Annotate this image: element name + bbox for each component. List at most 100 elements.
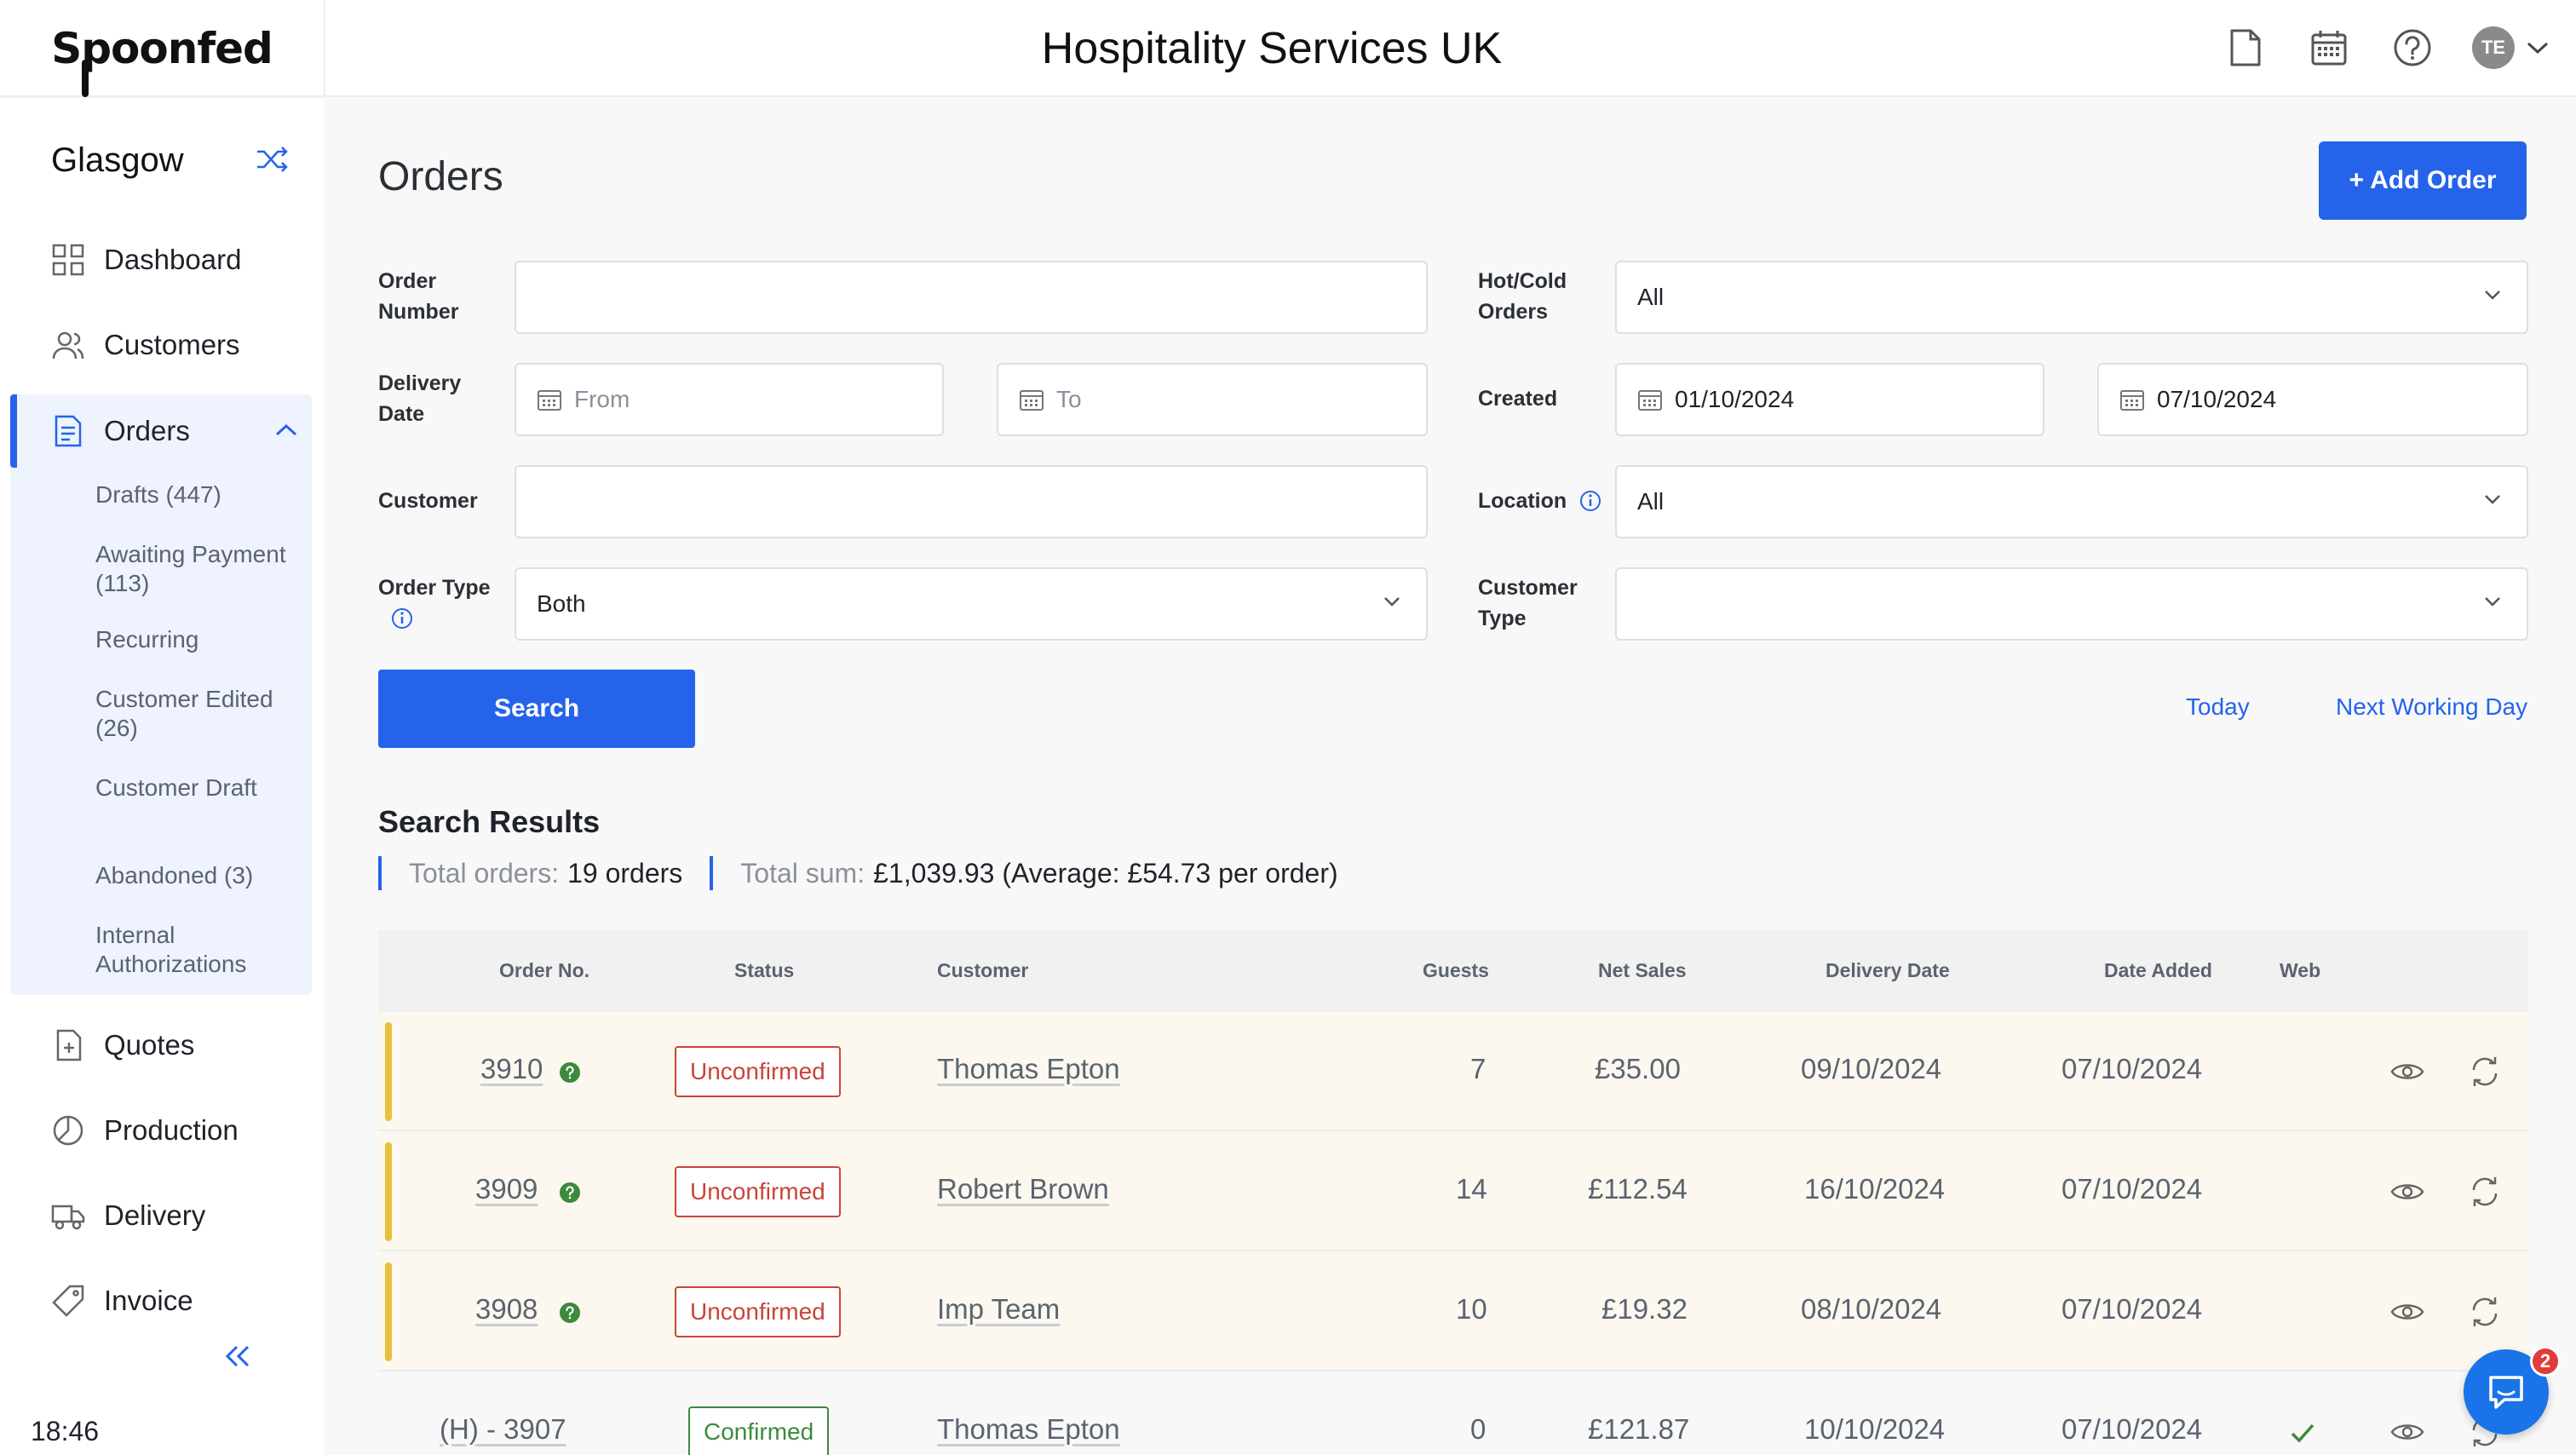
delivery-to-field[interactable]: To — [997, 363, 1428, 436]
eye-icon[interactable] — [2390, 1420, 2424, 1444]
total-orders-label: Total orders: — [409, 857, 560, 889]
table-header: Order No. Status Customer Guests Net Sal… — [378, 930, 2528, 1012]
order-number-link[interactable]: 3908 — [475, 1293, 538, 1325]
date-added-cell: 07/10/2024 — [2061, 1413, 2203, 1445]
delivery-from-field[interactable]: From — [515, 363, 944, 436]
delivery-date-cell: 16/10/2024 — [1804, 1173, 1946, 1205]
column-header-order-no[interactable]: Order No. — [499, 959, 589, 982]
guests-cell: 7 — [1470, 1053, 1486, 1084]
logo-area[interactable]: Spoonfed — [0, 0, 325, 97]
order-number-link[interactable]: 3909 — [475, 1173, 538, 1205]
help-circle-icon[interactable] — [559, 1182, 581, 1204]
sidebar-item-production[interactable]: Production — [0, 1094, 312, 1167]
refresh-icon[interactable] — [2469, 1176, 2501, 1207]
today-link[interactable]: Today — [2186, 693, 2250, 721]
created-from-field[interactable]: 01/10/2024 — [1615, 363, 2044, 436]
location-value: All — [1637, 488, 1665, 515]
eye-icon[interactable] — [2390, 1300, 2424, 1324]
user-menu[interactable]: TE — [2472, 26, 2550, 69]
refresh-icon[interactable] — [2469, 1056, 2501, 1087]
help-circle-icon[interactable] — [559, 1061, 581, 1084]
help-icon[interactable] — [2389, 24, 2436, 72]
refresh-icon[interactable] — [2469, 1297, 2501, 1327]
customer-input[interactable] — [515, 465, 1428, 538]
customer-link[interactable]: Robert Brown — [937, 1173, 1109, 1205]
avatar[interactable]: TE — [2472, 26, 2515, 69]
status-badge: Unconfirmed — [675, 1166, 841, 1217]
sidebar-subitem-abandoned[interactable]: Abandoned (3) — [95, 861, 300, 890]
table-row[interactable]: 3908 Unconfirmed Imp Team 10 £19.32 08/1… — [378, 1252, 2528, 1372]
pie-icon — [53, 1115, 83, 1146]
check-icon — [2291, 1423, 2314, 1443]
hot-cold-select[interactable]: All — [1615, 261, 2528, 334]
location-select[interactable]: All — [1615, 465, 2528, 538]
customer-link[interactable]: Thomas Epton — [937, 1413, 1120, 1445]
order-number-link[interactable]: (H) - 3907 — [440, 1413, 566, 1445]
results-title: Search Results — [378, 804, 601, 839]
created-to-field[interactable]: 07/10/2024 — [2097, 363, 2528, 436]
document-icon[interactable] — [2222, 24, 2269, 72]
sidebar-item-delivery[interactable]: Delivery — [0, 1179, 312, 1252]
location-filter-label: Location — [1478, 489, 1567, 513]
column-header-customer[interactable]: Customer — [937, 959, 1028, 982]
guests-cell: 10 — [1456, 1293, 1487, 1325]
net-sales-cell: £112.54 — [1588, 1173, 1688, 1205]
page-title: Orders — [378, 154, 503, 199]
sidebar-item-invoice[interactable]: Invoice — [0, 1264, 312, 1337]
column-header-guests[interactable]: Guests — [1423, 959, 1489, 982]
customer-type-select[interactable] — [1615, 567, 2528, 641]
calendar-icon[interactable] — [2305, 24, 2353, 72]
column-header-net-sales[interactable]: Net Sales — [1598, 959, 1687, 982]
order-number-input[interactable] — [515, 261, 1428, 334]
net-sales-cell: £35.00 — [1595, 1053, 1681, 1084]
delivery-date-cell: 08/10/2024 — [1801, 1293, 1942, 1325]
add-order-button[interactable]: + Add Order — [2319, 141, 2527, 220]
search-button[interactable]: Search — [378, 670, 695, 748]
chevron-up-icon[interactable] — [274, 422, 298, 439]
status-badge: Confirmed — [688, 1406, 830, 1455]
sidebar-item-label: Production — [104, 1114, 239, 1146]
sidebar-subitem-drafts[interactable]: Drafts (447) — [95, 480, 300, 509]
sidebar: Glasgow Dashboard Customers Orders Draft… — [0, 99, 324, 1455]
sidebar-item-customers[interactable]: Customers — [0, 308, 312, 382]
sidebar-item-dashboard[interactable]: Dashboard — [0, 223, 312, 296]
guests-cell: 14 — [1456, 1173, 1487, 1205]
sidebar-subitem-recurring[interactable]: Recurring — [95, 625, 300, 654]
calendar-icon — [537, 388, 562, 411]
order-number-link[interactable]: 3910 — [480, 1053, 543, 1084]
info-icon[interactable] — [1578, 489, 1602, 513]
customer-link[interactable]: Imp Team — [937, 1293, 1060, 1325]
sidebar-item-label: Dashboard — [104, 244, 242, 275]
chevron-down-icon — [2485, 495, 2500, 504]
table-row[interactable]: 3909 Unconfirmed Robert Brown 14 £112.54… — [378, 1132, 2528, 1251]
logo[interactable]: Spoonfed — [51, 24, 273, 97]
column-header-status[interactable]: Status — [734, 959, 794, 982]
collapse-sidebar-icon[interactable] — [223, 1344, 252, 1372]
eye-icon[interactable] — [2390, 1180, 2424, 1204]
info-icon[interactable] — [390, 607, 414, 630]
table-row[interactable]: 3910 Unconfirmed Thomas Epton 7 £35.00 0… — [378, 1012, 2528, 1131]
column-header-delivery-date[interactable]: Delivery Date — [1826, 959, 1950, 982]
customer-cell: Thomas Epton — [937, 1413, 1120, 1446]
sidebar-subitem-customer-draft[interactable]: Customer Draft — [95, 774, 300, 802]
results-summary: Total orders: 19 orders Total sum: £1,03… — [378, 854, 1338, 893]
table-row[interactable]: (H) - 3907 Confirmed Thomas Epton 0 £121… — [378, 1372, 2528, 1455]
sidebar-subitem-awaiting-payment[interactable]: Awaiting Payment (113) — [95, 540, 300, 598]
calendar-icon — [1019, 388, 1044, 411]
sidebar-item-label: Orders — [104, 415, 190, 446]
sidebar-subitem-customer-edited[interactable]: Customer Edited (26) — [95, 685, 300, 743]
calendar-icon — [2119, 388, 2145, 411]
top-actions: TE — [2222, 24, 2550, 72]
switch-location-icon[interactable] — [256, 147, 290, 176]
sidebar-subitem-internal-authorizations[interactable]: Internal Authorizations — [95, 921, 300, 979]
app-title: Hospitality Services UK — [1041, 24, 1503, 73]
chevron-down-icon[interactable] — [2525, 39, 2550, 56]
order-type-select[interactable]: Both — [515, 567, 1428, 641]
customer-link[interactable]: Thomas Epton — [937, 1053, 1120, 1084]
sidebar-item-quotes[interactable]: Quotes — [0, 1009, 312, 1082]
eye-icon[interactable] — [2390, 1060, 2424, 1084]
column-header-date-added[interactable]: Date Added — [2104, 959, 2212, 982]
next-working-day-link[interactable]: Next Working Day — [2336, 693, 2527, 721]
help-circle-icon[interactable] — [559, 1302, 581, 1324]
sidebar-item-orders[interactable]: Orders — [0, 394, 312, 468]
